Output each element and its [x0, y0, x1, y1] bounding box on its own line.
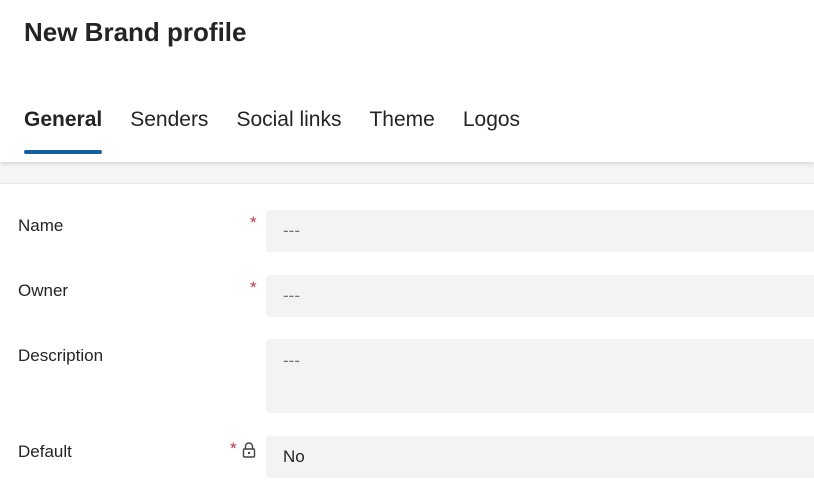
- default-value: No: [283, 447, 305, 466]
- default-label: Default: [18, 442, 72, 461]
- lock-icon: [242, 442, 256, 458]
- required-indicator: *: [230, 439, 237, 458]
- description-label: Description: [18, 346, 104, 365]
- general-form: Name * Owner * Description Default *: [0, 183, 814, 499]
- name-label: Name: [18, 216, 64, 235]
- tab-senders[interactable]: Senders: [130, 104, 208, 154]
- page-title: New Brand profile: [24, 17, 247, 47]
- tab-general[interactable]: General: [24, 104, 103, 154]
- tab-logos[interactable]: Logos: [463, 104, 520, 154]
- default-field[interactable]: No: [266, 436, 814, 478]
- name-field[interactable]: [266, 210, 814, 252]
- tab-social-links[interactable]: Social links: [236, 104, 341, 154]
- required-indicator: *: [250, 278, 257, 297]
- tab-list: General Senders Social links Theme Logos: [24, 104, 548, 162]
- section-separator: [0, 162, 814, 183]
- description-field[interactable]: [266, 339, 814, 413]
- form-header: New Brand profile General Senders Social…: [0, 0, 814, 162]
- required-indicator: *: [250, 213, 257, 232]
- name-input[interactable]: [283, 221, 814, 241]
- description-textarea[interactable]: [283, 351, 814, 403]
- owner-lookup-input[interactable]: [283, 286, 814, 306]
- tab-theme[interactable]: Theme: [369, 104, 434, 154]
- owner-field[interactable]: [266, 275, 814, 317]
- owner-label: Owner: [18, 281, 69, 300]
